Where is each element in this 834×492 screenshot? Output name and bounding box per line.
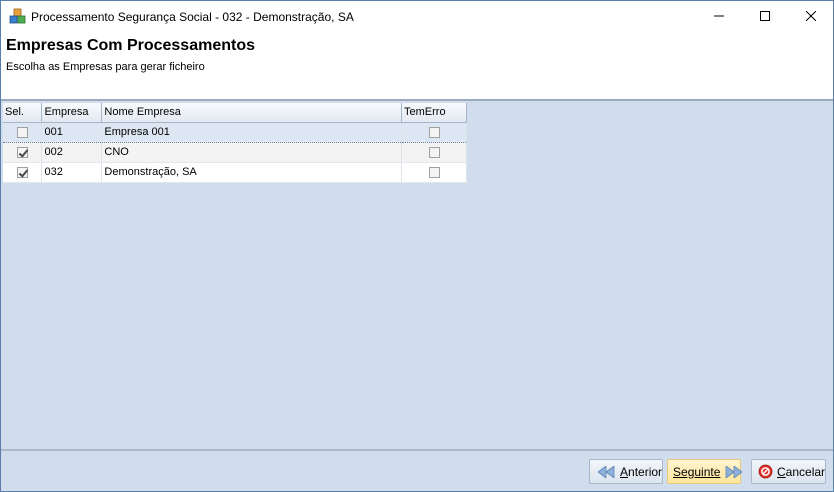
wizard-header: Empresas Com Processamentos Escolha as E… (1, 32, 833, 99)
sel-checkbox[interactable] (16, 146, 28, 158)
table-row[interactable]: 001 Empresa 001 (3, 121, 467, 143)
seguinte-button[interactable]: Seguinte (667, 459, 743, 484)
anterior-button[interactable]: Anterior (589, 459, 663, 484)
window-title: Processamento Segurança Social - 032 - D… (31, 10, 354, 24)
tem-erro-checkbox (428, 126, 440, 138)
app-cubes-icon (9, 8, 26, 25)
table-row[interactable]: 032 Demonstração, SA (3, 162, 467, 183)
sel-cell[interactable] (3, 162, 43, 183)
empresa-cell: 001 (41, 121, 103, 143)
arrow-left-icon (598, 465, 616, 478)
anterior-label: Anterior (620, 464, 663, 479)
nome-empresa-cell: Empresa 001 (101, 121, 402, 143)
close-button[interactable] (788, 1, 834, 32)
nome-empresa-cell: CNO (101, 142, 402, 163)
arrow-right-icon (724, 465, 743, 478)
empresas-grid: Sel. Empresa Nome Empresa TemErro 001 Em… (3, 103, 467, 183)
column-header-empresa[interactable]: Empresa (41, 103, 103, 123)
cancel-icon (758, 464, 773, 479)
sel-checkbox[interactable] (16, 126, 28, 138)
page-title: Empresas Com Processamentos (6, 37, 255, 54)
minimize-button[interactable] (696, 1, 742, 32)
minimize-icon (714, 10, 724, 24)
column-header-tem-erro[interactable]: TemErro (401, 103, 467, 123)
cancelar-button[interactable]: Cancelar (751, 459, 826, 484)
nome-empresa-cell: Demonstração, SA (101, 162, 402, 183)
tem-erro-cell (401, 121, 467, 143)
empresa-cell: 002 (41, 142, 103, 163)
sel-cell[interactable] (3, 121, 43, 143)
tem-erro-cell (401, 142, 467, 163)
cancelar-label: Cancelar (777, 464, 826, 479)
tem-erro-checkbox (428, 146, 440, 158)
table-row[interactable]: 002 CNO (3, 142, 467, 163)
sel-cell[interactable] (3, 142, 43, 163)
close-icon (805, 10, 817, 24)
maximize-button[interactable] (742, 1, 788, 32)
sel-checkbox[interactable] (16, 166, 28, 178)
column-header-nome-empresa[interactable]: Nome Empresa (101, 103, 402, 123)
main-window: Processamento Segurança Social - 032 - D… (0, 0, 834, 492)
wizard-footer: Anterior Seguinte Cancelar (1, 451, 833, 491)
empresa-cell: 032 (41, 162, 103, 183)
title-bar[interactable]: Processamento Segurança Social - 032 - D… (1, 1, 833, 32)
maximize-icon (760, 10, 770, 24)
column-header-sel[interactable]: Sel. (3, 103, 43, 123)
content-area: Sel. Empresa Nome Empresa TemErro 001 Em… (1, 101, 833, 449)
seguinte-label: Seguinte (673, 464, 721, 479)
tem-erro-checkbox (428, 166, 440, 178)
page-subtitle: Escolha as Empresas para gerar ficheiro (6, 61, 205, 73)
tem-erro-cell (401, 162, 467, 183)
